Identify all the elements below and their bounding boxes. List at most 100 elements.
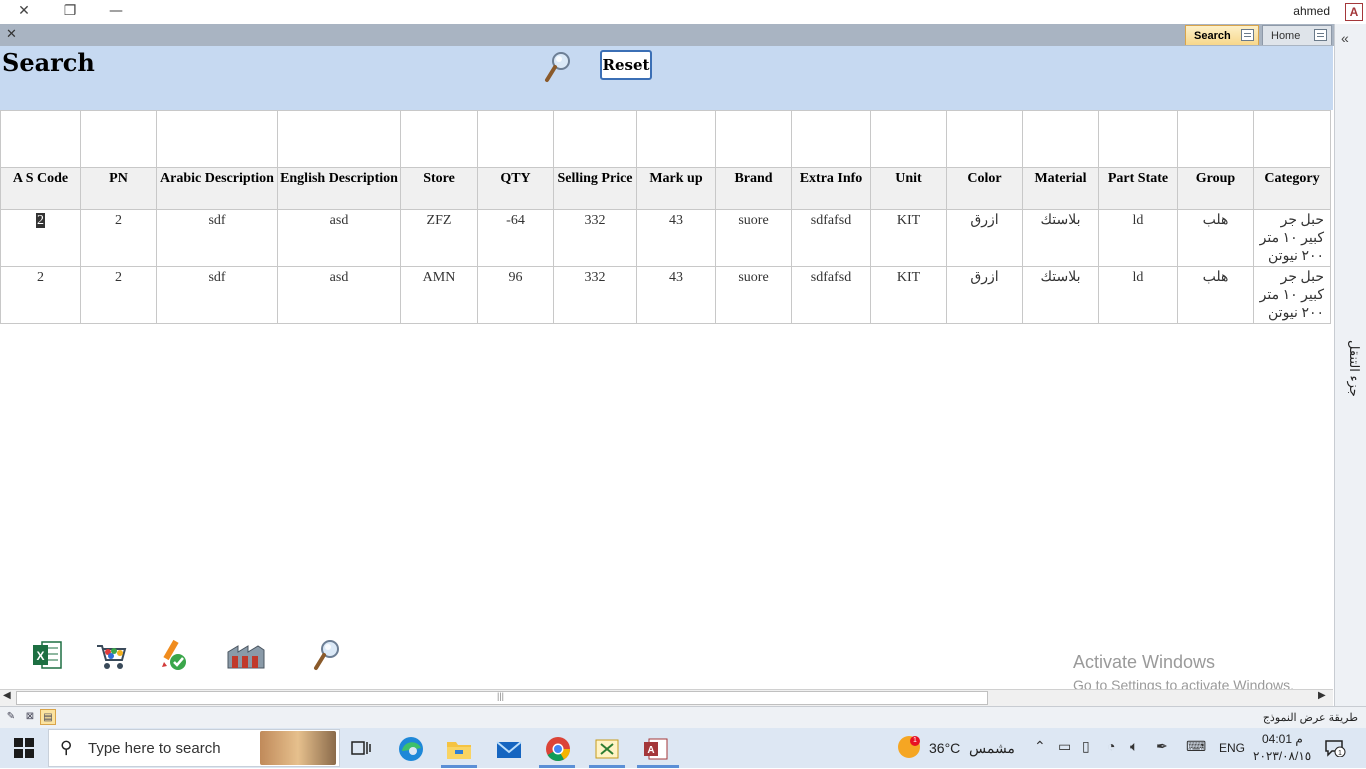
- table-cell[interactable]: 96: [477, 266, 554, 324]
- taskbar-snipping-tool[interactable]: [592, 734, 622, 764]
- table-cell[interactable]: -64: [477, 209, 554, 267]
- pen-icon[interactable]: ✒: [1156, 738, 1168, 755]
- filter-cell[interactable]: [277, 110, 401, 168]
- table-cell[interactable]: 332: [553, 209, 637, 267]
- table-cell[interactable]: ld: [1098, 209, 1178, 267]
- layout-view-icon[interactable]: ⊠: [22, 709, 38, 725]
- window-restore-button[interactable]: ❐: [58, 2, 82, 20]
- filter-cell[interactable]: [870, 110, 947, 168]
- cart-button[interactable]: [94, 638, 128, 672]
- taskbar-file-explorer[interactable]: [444, 734, 474, 764]
- filter-cell[interactable]: [1098, 110, 1178, 168]
- filter-cell[interactable]: [400, 110, 478, 168]
- reset-button[interactable]: Reset: [600, 50, 652, 80]
- column-header[interactable]: Group: [1177, 167, 1254, 210]
- table-cell[interactable]: AMN: [400, 266, 478, 324]
- windows-start-button[interactable]: [14, 738, 34, 758]
- column-header[interactable]: Brand: [715, 167, 792, 210]
- column-header[interactable]: PN: [80, 167, 157, 210]
- filter-cell[interactable]: [80, 110, 157, 168]
- column-header[interactable]: Part State: [1098, 167, 1178, 210]
- weather-temperature[interactable]: 36°C: [929, 740, 960, 756]
- table-cell[interactable]: suore: [715, 209, 792, 267]
- column-header[interactable]: Material: [1022, 167, 1099, 210]
- table-cell[interactable]: asd: [277, 209, 401, 267]
- column-header[interactable]: English Description: [277, 167, 401, 210]
- volume-icon[interactable]: 🔈︎: [1130, 738, 1138, 755]
- column-header[interactable]: Extra Info: [791, 167, 871, 210]
- table-cell[interactable]: 43: [636, 209, 716, 267]
- expand-nav-pane-icon[interactable]: «: [1341, 30, 1349, 46]
- taskbar-chrome[interactable]: [543, 734, 573, 764]
- search-button[interactable]: [543, 50, 573, 84]
- filter-cell[interactable]: [553, 110, 637, 168]
- scroll-left-arrow-icon[interactable]: ◀: [3, 690, 11, 701]
- wifi-icon[interactable]: ◔: [1107, 738, 1115, 754]
- table-cell[interactable]: ld: [1098, 266, 1178, 324]
- column-header[interactable]: Color: [946, 167, 1023, 210]
- table-cell[interactable]: بلاستك: [1022, 209, 1099, 267]
- form-view-icon[interactable]: ▤: [40, 709, 56, 725]
- column-header[interactable]: Selling Price: [553, 167, 637, 210]
- filter-cell[interactable]: [477, 110, 554, 168]
- column-header[interactable]: Arabic Description: [156, 167, 278, 210]
- meet-now-icon[interactable]: ▭: [1058, 738, 1071, 755]
- table-cell[interactable]: 2: [80, 266, 157, 324]
- battery-icon[interactable]: ▯: [1082, 738, 1090, 755]
- table-cell[interactable]: ازرق: [946, 266, 1023, 324]
- show-hidden-icons-chevron-icon[interactable]: ⌃: [1034, 738, 1046, 755]
- table-cell[interactable]: sdf: [156, 266, 278, 324]
- excel-export-button[interactable]: X: [30, 638, 64, 672]
- table-cell[interactable]: KIT: [870, 266, 947, 324]
- edit-approve-button[interactable]: [158, 638, 192, 672]
- filter-cell[interactable]: [791, 110, 871, 168]
- weather-description[interactable]: مشمس: [969, 740, 1015, 757]
- input-language[interactable]: ENG: [1219, 741, 1245, 755]
- window-close-button[interactable]: ✕: [12, 2, 36, 20]
- table-cell[interactable]: بلاستك: [1022, 266, 1099, 324]
- notification-center-button[interactable]: 1: [1324, 739, 1346, 758]
- close-document-button[interactable]: ✕: [6, 26, 17, 42]
- column-header[interactable]: Mark up: [636, 167, 716, 210]
- table-cell[interactable]: 2: [80, 209, 157, 267]
- search-highlight-image[interactable]: [260, 731, 336, 765]
- table-cell[interactable]: ازرق: [946, 209, 1023, 267]
- table-cell[interactable]: هلب: [1177, 209, 1254, 267]
- tab-search[interactable]: Search: [1185, 25, 1259, 45]
- taskbar-edge[interactable]: [396, 734, 426, 764]
- filter-cell[interactable]: [715, 110, 792, 168]
- tab-home[interactable]: Home: [1262, 25, 1332, 45]
- table-cell[interactable]: sdf: [156, 209, 278, 267]
- table-cell[interactable]: 43: [636, 266, 716, 324]
- table-cell[interactable]: ZFZ: [400, 209, 478, 267]
- table-cell[interactable]: asd: [277, 266, 401, 324]
- filter-cell[interactable]: [156, 110, 278, 168]
- column-header[interactable]: A S Code: [0, 167, 81, 210]
- filter-cell[interactable]: [1022, 110, 1099, 168]
- table-cell[interactable]: حبل جر كبير ١٠ متر ٢٠٠ نيوتن: [1253, 209, 1331, 267]
- clock-date[interactable]: ٢٠٢٣/٠٨/١٥: [1253, 749, 1311, 763]
- signed-in-user[interactable]: ahmed: [1293, 4, 1330, 18]
- filter-cell[interactable]: [946, 110, 1023, 168]
- footer-search-button[interactable]: [312, 638, 346, 672]
- column-header[interactable]: QTY: [477, 167, 554, 210]
- table-cell[interactable]: KIT: [870, 209, 947, 267]
- taskbar-search-placeholder[interactable]: Type here to search: [88, 740, 221, 757]
- column-header[interactable]: Unit: [870, 167, 947, 210]
- table-cell[interactable]: 2: [0, 209, 81, 267]
- taskbar-access[interactable]: A: [641, 734, 671, 764]
- table-row[interactable]: 2 2 sdf asd ZFZ -64 332 43 suore sdfafsd KIT ازرق بل…: [0, 209, 1331, 267]
- table-row[interactable]: 2 2 sdf asd AMN 96 332 43 suore sdfafsd KIT ازرق بلا…: [0, 266, 1331, 324]
- design-view-icon[interactable]: ✎: [3, 709, 19, 725]
- filter-cell[interactable]: [1177, 110, 1254, 168]
- table-cell[interactable]: هلب: [1177, 266, 1254, 324]
- table-cell[interactable]: sdfafsd: [791, 209, 871, 267]
- nav-pane-label[interactable]: جزء التنقل: [1338, 340, 1362, 420]
- filter-cell[interactable]: [1253, 110, 1331, 168]
- clock-time[interactable]: 04:01 م: [1262, 732, 1303, 746]
- column-header[interactable]: Store: [400, 167, 478, 210]
- task-view-button[interactable]: [346, 734, 376, 764]
- column-header[interactable]: Category: [1253, 167, 1331, 210]
- table-cell[interactable]: suore: [715, 266, 792, 324]
- touch-keyboard-icon[interactable]: ⌨: [1186, 738, 1206, 755]
